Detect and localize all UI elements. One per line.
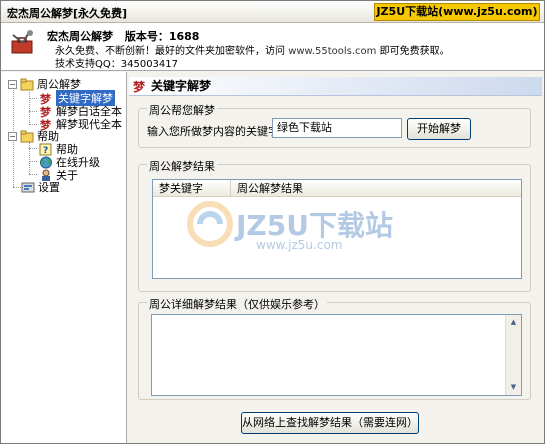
folder-icon [20,130,34,142]
svg-text:梦: 梦 [133,79,146,93]
app-header: 宏杰周公解梦 版本号：1688 永久免费、不断创新！最好的文件夹加密软件，访问 … [1,23,544,71]
tree-line [29,124,37,125]
tree-line [29,98,37,99]
scroll-up-icon[interactable]: ▲ [506,315,521,330]
svg-text:梦: 梦 [40,105,52,118]
slogan-suffix: 即可免费获取。 [379,46,450,57]
keyword-input[interactable]: 绿色下载站 [272,118,402,138]
sidebar-tree[interactable]: − 周公解梦 梦 关键字解梦 梦 解梦白话全本 梦 解梦现代全本 − 帮助 ? … [1,72,127,443]
ask-group-title: 周公帮您解梦 [147,102,217,118]
slogan-url[interactable]: www.55tools.com [288,46,376,57]
title-bar[interactable]: 宏杰周公解梦[永久免费] JZ5U下载站(www.jz5u.com) [1,1,544,23]
results-group: 周公解梦结果 梦关键字 周公解梦结果 [138,158,531,292]
settings-icon [21,182,35,192]
keyword-prompt: 输入您所做梦内容的关键字： [147,125,290,138]
support-info: 技术支持QQ：345003417 [55,59,179,70]
collapse-icon[interactable]: − [8,79,17,89]
tree-group-dream[interactable]: − 周公解梦 [8,77,81,91]
svg-text:?: ? [43,146,48,156]
tree-line [29,111,37,112]
ask-group: 周公帮您解梦 输入您所做梦内容的关键字： 绿色下载站 开始解梦 [138,102,531,148]
detail-group-title: 周公详细解梦结果（仅供娱乐参考） [147,296,327,312]
toolbox-icon [11,30,33,54]
tree-item-label: 解梦现代全本 [56,118,122,131]
svg-text:梦: 梦 [40,92,52,105]
page-title-text: 关键字解梦 [151,79,212,93]
collapse-icon[interactable]: − [8,131,17,141]
column-header-keyword[interactable]: 梦关键字 [153,180,231,197]
scroll-down-icon[interactable]: ▼ [506,380,521,395]
tree-line [29,148,37,149]
folder-icon [20,78,34,90]
column-header-result[interactable]: 周公解梦结果 [231,180,523,197]
tree-item-settings[interactable]: 设置 [21,180,60,194]
app-window: 宏杰周公解梦[永久免费] JZ5U下载站(www.jz5u.com) 宏杰周公解… [0,0,545,444]
listview-header: 梦关键字 周公解梦结果 [153,180,521,197]
tree-line [29,142,30,174]
help-icon: ? [39,143,52,156]
tree-group-help[interactable]: − 帮助 [8,129,59,143]
results-group-title: 周公解梦结果 [147,158,217,174]
page-title: 梦 关键字解梦 [129,77,542,96]
globe-icon [40,156,52,168]
dream-icon: 梦 [133,79,146,93]
results-listview[interactable]: 梦关键字 周公解梦结果 [152,179,522,279]
start-dream-button[interactable]: 开始解梦 [407,118,471,140]
detail-textarea[interactable]: ▲ ▼ [151,314,522,396]
tree-line [29,161,37,162]
dream-icon: 梦 [40,92,52,105]
tree-line [29,174,37,175]
vertical-scrollbar[interactable]: ▲ ▼ [505,315,521,395]
detail-group: 周公详细解梦结果（仅供娱乐参考） ▲ ▼ [138,296,531,400]
tree-item-label: 设置 [38,181,60,194]
brand-badge: JZ5U下载站(www.jz5u.com) [374,3,540,21]
window-title: 宏杰周公解梦[永久免费] [7,7,128,20]
main-panel: 梦 关键字解梦 周公帮您解梦 输入您所做梦内容的关键字： 绿色下载站 开始解梦 … [128,72,544,443]
tree-line [29,92,30,125]
dream-icon: 梦 [40,105,52,118]
search-online-button[interactable]: 从网络上查找解梦结果（需要连网） [241,412,419,434]
